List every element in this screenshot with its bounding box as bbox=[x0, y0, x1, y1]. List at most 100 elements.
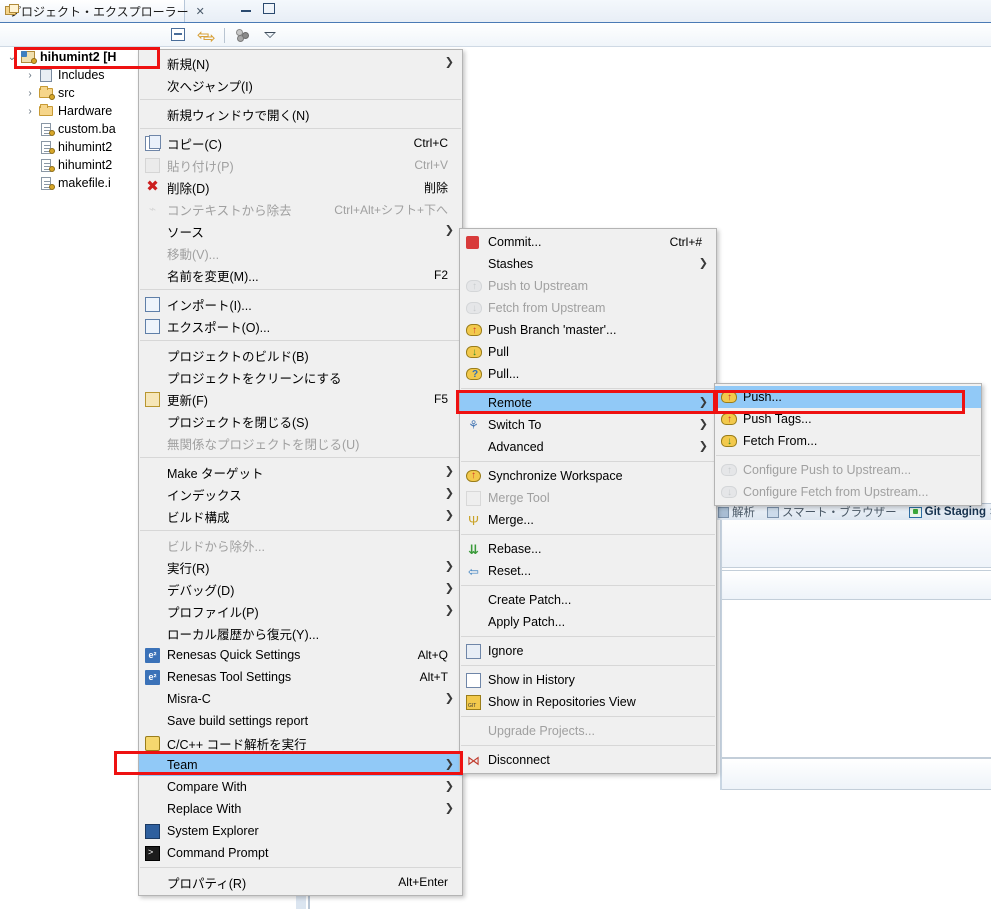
analysis-icon bbox=[718, 506, 729, 518]
menu-icon-slot bbox=[460, 612, 488, 632]
team-menu-item-merge[interactable]: Ψ Merge... bbox=[460, 509, 716, 531]
team-menu-item-create-patch[interactable]: Create Patch... bbox=[460, 589, 716, 611]
tree-item-label: custom.ba bbox=[58, 122, 116, 136]
tree-item-label: makefile.i bbox=[58, 176, 111, 190]
view-menu-icon[interactable] bbox=[261, 26, 279, 44]
chevron-right-icon: ❯ bbox=[444, 465, 454, 478]
commit-icon bbox=[460, 232, 488, 252]
import-icon bbox=[139, 294, 167, 314]
context-menu-item-o[interactable]: エクスポート(O)... bbox=[139, 315, 462, 337]
chevron-right-icon: ❯ bbox=[444, 582, 454, 595]
maximize-icon[interactable] bbox=[263, 3, 275, 14]
context-menu-item-team[interactable]: Team ❯ bbox=[139, 754, 462, 776]
context-menu-item-idx-24[interactable]: ビルド構成 ❯ bbox=[139, 505, 462, 527]
tab-project-explorer[interactable]: プロジェクト・エクスプローラー ✕ bbox=[0, 0, 205, 22]
team-menu-item-show-in-history[interactable]: Show in History bbox=[460, 669, 716, 691]
team-submenu[interactable]: Commit... Ctrl+# Stashes ❯ ↑ Push to Upstream… bbox=[459, 228, 717, 774]
context-menu-item-renesas-quick-settings[interactable]: e² Renesas Quick Settings Alt+Q bbox=[139, 644, 462, 666]
context-menu-item-idx-23[interactable]: インデックス ❯ bbox=[139, 483, 462, 505]
context-menu-item-idx-17[interactable]: プロジェクトをクリーンにする bbox=[139, 366, 462, 388]
bottom-tab-git-staging[interactable]: Git Staging ✕ bbox=[903, 506, 991, 518]
chevron-right-icon: ❯ bbox=[444, 780, 454, 793]
team-menu-item-pull[interactable]: ? Pull... bbox=[460, 363, 716, 385]
menu-item-accelerator: Alt+Q bbox=[417, 648, 448, 662]
team-menu-item-upgrade-projects: Upgrade Projects... bbox=[460, 720, 716, 742]
chevron-right-icon[interactable]: › bbox=[22, 70, 38, 81]
context-menu-item-y[interactable]: ローカル履歴から復元(Y)... bbox=[139, 622, 462, 644]
menu-item-label: 名前を変更(M)... bbox=[167, 269, 259, 284]
menu-icon-slot bbox=[139, 535, 167, 555]
context-menu-item-d[interactable]: デバッグ(D) ❯ bbox=[139, 578, 462, 600]
remote-submenu[interactable]: ↑ Push... ↑ Push Tags... ↓ Fetch From... ↑ Conf… bbox=[714, 383, 982, 506]
context-menu-item-compare-with[interactable]: Compare With ❯ bbox=[139, 776, 462, 798]
menu-item-label: Push Tags... bbox=[743, 412, 812, 426]
context-menu[interactable]: 新規(N) ❯ 次へジャンプ(I) 新規ウィンドウで開く(N) コピー(C) Ctrl+C… bbox=[138, 49, 463, 896]
remote-menu-item-push[interactable]: ↑ Push... bbox=[715, 386, 981, 408]
team-menu-item-disconnect[interactable]: ⋈ Disconnect bbox=[460, 749, 716, 771]
context-menu-item-n[interactable]: 新規(N) ❯ bbox=[139, 52, 462, 74]
context-menu-item-s[interactable]: プロジェクトを閉じる(S) bbox=[139, 410, 462, 432]
context-menu-item-command-prompt[interactable]: Command Prompt bbox=[139, 842, 462, 864]
menu-item-label: インポート(I)... bbox=[167, 298, 252, 313]
chevron-down-icon[interactable]: ⌄ bbox=[4, 52, 20, 63]
team-menu-item-remote[interactable]: Remote ❯ bbox=[460, 392, 716, 414]
context-menu-item-d[interactable]: ✖ 削除(D) 削除 bbox=[139, 176, 462, 198]
team-menu-item-rebase[interactable]: ⇊ Rebase... bbox=[460, 538, 716, 560]
context-menu-item-c[interactable]: コピー(C) Ctrl+C bbox=[139, 132, 462, 154]
context-menu-item-b[interactable]: プロジェクトのビルド(B) bbox=[139, 344, 462, 366]
menu-item-accelerator: Alt+Enter bbox=[398, 875, 448, 889]
bottom-tab-smart-browser[interactable]: スマート・ブラウザー bbox=[761, 504, 903, 520]
team-menu-item-apply-patch[interactable]: Apply Patch... bbox=[460, 611, 716, 633]
menu-icon-slot bbox=[460, 721, 488, 741]
context-menu-item-m[interactable]: 名前を変更(M)... F2 bbox=[139, 264, 462, 286]
chevron-right-icon[interactable]: › bbox=[22, 88, 38, 99]
focus-on-active-task-icon[interactable] bbox=[234, 26, 252, 44]
menu-item-label: コンテキストから除去 bbox=[167, 203, 292, 218]
team-menu-item-reset[interactable]: ⇦ Reset... bbox=[460, 560, 716, 582]
context-menu-item-renesas-tool-settings[interactable]: e² Renesas Tool Settings Alt+T bbox=[139, 666, 462, 688]
menu-item-label: 無関係なプロジェクトを閉じる(U) bbox=[167, 437, 360, 452]
context-menu-item-make[interactable]: Make ターゲット ❯ bbox=[139, 461, 462, 483]
toolbar-divider bbox=[224, 27, 225, 43]
context-menu-item-n[interactable]: 新規ウィンドウで開く(N) bbox=[139, 103, 462, 125]
context-menu-item-save-build-settings-report[interactable]: Save build settings report bbox=[139, 710, 462, 732]
merge-icon: Ψ bbox=[468, 513, 479, 528]
context-menu-item-f[interactable]: 更新(F) F5 bbox=[139, 388, 462, 410]
eclipse-window: 解析 スマート・ブラウザー Git Staging ✕ プロジェクト・エクスプロ… bbox=[0, 0, 991, 909]
context-menu-item-i[interactable]: 次へジャンプ(I) bbox=[139, 74, 462, 96]
context-menu-item-replace-with[interactable]: Replace With ❯ bbox=[139, 798, 462, 820]
context-menu-item-misra-c[interactable]: Misra-C ❯ bbox=[139, 688, 462, 710]
menu-item-label: 次へジャンプ(I) bbox=[167, 79, 253, 94]
context-menu-item-idx-9[interactable]: ソース ❯ bbox=[139, 220, 462, 242]
menu-separator bbox=[716, 455, 980, 456]
team-menu-item-advanced[interactable]: Advanced ❯ bbox=[460, 436, 716, 458]
context-menu-item-system-explorer[interactable]: System Explorer bbox=[139, 820, 462, 842]
team-menu-item-switch-to[interactable]: ⚘ Switch To ❯ bbox=[460, 414, 716, 436]
menu-item-label: Pull bbox=[488, 345, 509, 359]
menu-icon-slot bbox=[460, 437, 488, 457]
menu-icon-slot bbox=[139, 755, 167, 775]
context-menu-item-r[interactable]: 実行(R) ❯ bbox=[139, 556, 462, 578]
context-menu-item-c-c[interactable]: C/C++ コード解析を実行 bbox=[139, 732, 462, 754]
remote-menu-item-push-tags[interactable]: ↑ Push Tags... bbox=[715, 408, 981, 430]
team-menu-item-synchronize-workspace[interactable]: ↑ Synchronize Workspace bbox=[460, 465, 716, 487]
minimize-icon[interactable] bbox=[240, 2, 253, 15]
team-menu-item-push-branch-master[interactable]: ↑ Push Branch 'master'... bbox=[460, 319, 716, 341]
chevron-right-icon[interactable]: › bbox=[22, 106, 38, 117]
team-menu-item-commit[interactable]: Commit... Ctrl+# bbox=[460, 231, 716, 253]
team-menu-item-show-in-repositories-view[interactable]: Show in Repositories View bbox=[460, 691, 716, 713]
bottom-tab-analysis[interactable]: 解析 bbox=[712, 504, 761, 520]
collapse-all-icon[interactable] bbox=[170, 26, 188, 44]
rebase-icon: ⇊ bbox=[468, 542, 479, 557]
team-menu-item-ignore[interactable]: Ignore bbox=[460, 640, 716, 662]
menu-item-label: C/C++ コード解析を実行 bbox=[167, 737, 307, 752]
context-menu-item-p[interactable]: プロファイル(P) ❯ bbox=[139, 600, 462, 622]
link-with-editor-icon[interactable]: ⇦ ⇨ bbox=[197, 26, 216, 46]
close-icon[interactable]: ✕ bbox=[196, 5, 205, 18]
context-menu-item-i[interactable]: インポート(I)... bbox=[139, 293, 462, 315]
context-menu-item-r[interactable]: プロパティ(R) Alt+Enter bbox=[139, 871, 462, 893]
menu-item-accelerator: F5 bbox=[433, 392, 448, 406]
team-menu-item-stashes[interactable]: Stashes ❯ bbox=[460, 253, 716, 275]
team-menu-item-pull[interactable]: ↓ Pull bbox=[460, 341, 716, 363]
remote-menu-item-fetch-from[interactable]: ↓ Fetch From... bbox=[715, 430, 981, 452]
